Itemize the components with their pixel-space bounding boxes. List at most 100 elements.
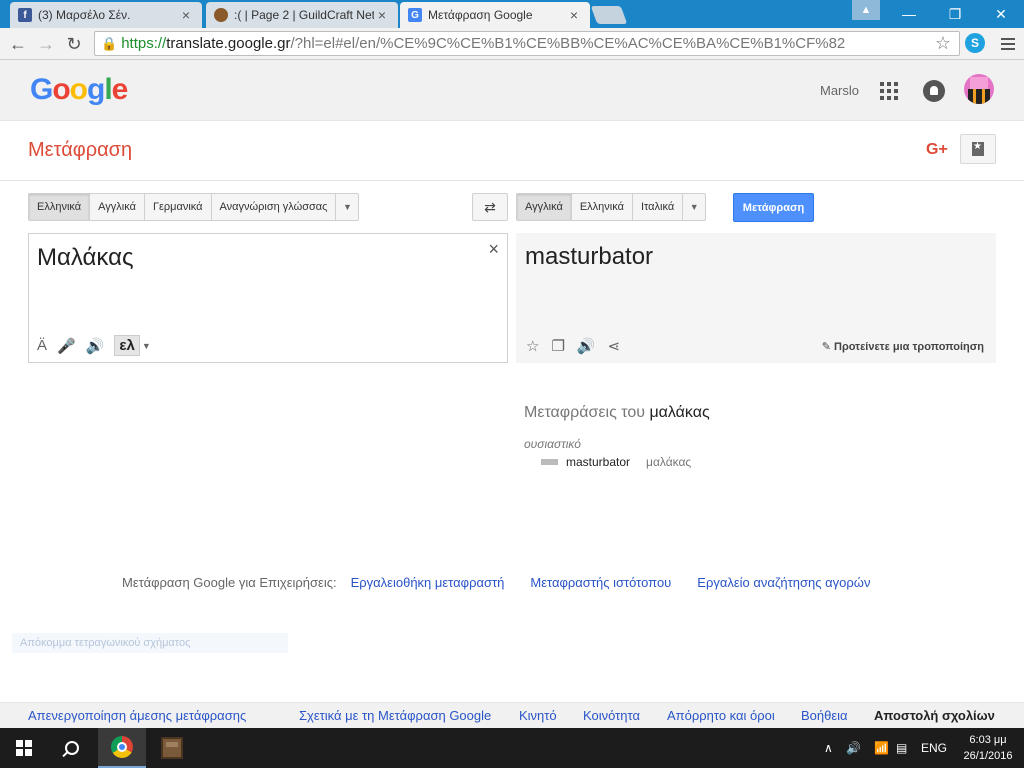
google-plus-share-icon[interactable]: G+: [926, 141, 948, 159]
google-logo[interactable]: Google: [30, 73, 128, 107]
taskbar-chrome[interactable]: [98, 728, 146, 768]
translate-subheader: Μετάφραση G+: [0, 121, 1024, 181]
target-lang-dropdown-icon[interactable]: ▼: [683, 194, 705, 220]
dictionary-entry: masturbator μαλάκας: [541, 455, 691, 469]
accent-keyboard-icon[interactable]: Ä: [37, 337, 47, 354]
target-lang-english[interactable]: Αγγλικά: [517, 194, 572, 220]
new-tab-button[interactable]: [590, 6, 628, 24]
listen-speaker-icon[interactable]: 🔊: [86, 337, 105, 355]
tab-close-icon[interactable]: ×: [178, 7, 194, 23]
target-lang-greek[interactable]: Ελληνικά: [572, 194, 633, 220]
maximize-button[interactable]: ❐: [932, 0, 978, 28]
windows-taskbar: ∧ 🔊 📶 ▤ ENG 6:03 μμ 26/1/2016: [0, 728, 1024, 768]
close-window-button[interactable]: ✕: [978, 0, 1024, 28]
source-lang-detect[interactable]: Αναγνώριση γλώσσας: [212, 194, 337, 220]
listen-speaker-icon[interactable]: 🔊: [577, 337, 596, 355]
entry-reverse[interactable]: μαλάκας: [646, 455, 691, 469]
url-path: /?hl=el#el/en/%CE%9C%CE%B1%CE%BB%CE%AC%C…: [290, 35, 846, 52]
target-lang-italian[interactable]: Ιταλικά: [633, 194, 684, 220]
mobile-link[interactable]: Κινητό: [519, 708, 557, 723]
guildcraft-icon: [214, 8, 228, 22]
windows-logo-icon: [16, 740, 32, 756]
google-header: Google Marslo: [0, 60, 1024, 121]
search-button[interactable]: [48, 728, 96, 768]
translator-toolkit-link[interactable]: Εργαλειοθήκη μεταφραστή: [351, 575, 505, 590]
help-link[interactable]: Βοήθεια: [801, 708, 848, 723]
entry-word[interactable]: masturbator: [566, 455, 630, 469]
star-translation-icon[interactable]: ☆: [526, 337, 539, 355]
part-of-speech: ουσιαστικό: [524, 437, 581, 451]
url-host: translate.google.gr: [166, 35, 291, 52]
volume-icon[interactable]: 🔊: [846, 728, 861, 768]
translation-text[interactable]: masturbator: [525, 243, 653, 271]
tab-close-icon[interactable]: ×: [374, 7, 390, 23]
source-text[interactable]: Μαλάκας: [37, 244, 134, 272]
microphone-icon[interactable]: 🎤: [57, 337, 76, 355]
bookmark-star-icon[interactable]: ☆: [935, 33, 951, 54]
avatar[interactable]: [964, 74, 994, 104]
target-language-bar: Αγγλικά Ελληνικά Ιταλικά ▼: [516, 193, 707, 221]
input-language[interactable]: ENG: [921, 728, 947, 768]
dictionary-heading: Μεταφράσεις του μαλάκας: [524, 404, 710, 421]
chrome-menu-icon[interactable]: [998, 32, 1018, 56]
source-lang-german[interactable]: Γερμανικά: [145, 194, 212, 220]
google-translate-icon: G: [408, 8, 422, 22]
community-link[interactable]: Κοινότητα: [583, 708, 640, 723]
account-name[interactable]: Marslo: [820, 83, 859, 98]
tab-title: Μετάφραση Google: [428, 8, 533, 22]
tab-google-translate[interactable]: G Μετάφραση Google ×: [400, 2, 590, 28]
clock[interactable]: 6:03 μμ 26/1/2016: [960, 732, 1016, 764]
footer: Απενεργοποίηση άμεσης μετάφρασης Σχετικά…: [0, 702, 1024, 728]
swap-languages-button[interactable]: ⇄: [472, 193, 508, 221]
privacy-terms-link[interactable]: Απόρρητο και όροι: [667, 708, 775, 723]
notifications-bell-icon[interactable]: [923, 80, 945, 102]
minimize-button[interactable]: —: [886, 0, 932, 28]
tray-chevron-icon[interactable]: ∧: [824, 728, 833, 768]
translation-result-area: masturbator ☆ ❐ 🔊 ⋖ ✎ Προτείνετε μια τρο…: [516, 233, 996, 363]
page-title[interactable]: Μετάφραση: [28, 139, 132, 162]
suggest-edit-link[interactable]: ✎ Προτείνετε μια τροποποίηση: [822, 340, 984, 353]
result-toolbar: ☆ ❐ 🔊 ⋖: [526, 337, 620, 355]
profile-icon[interactable]: ▲: [852, 0, 880, 20]
action-center-icon[interactable]: ▤: [896, 728, 907, 768]
phrasebook-icon: [972, 141, 984, 156]
global-market-finder-link[interactable]: Εργαλείο αναζήτησης αγορών: [697, 575, 870, 590]
start-button[interactable]: [0, 728, 48, 768]
frequency-bar: [541, 459, 558, 465]
source-language-bar: Ελληνικά Αγγλικά Γερμανικά Αναγνώριση γλ…: [28, 193, 360, 221]
address-bar[interactable]: 🔒 https:// translate.google.gr /?hl=el#e…: [94, 31, 960, 56]
translate-button[interactable]: Μετάφραση: [733, 193, 814, 222]
clear-source-icon[interactable]: ×: [488, 239, 499, 260]
business-label: Μετάφραση Google για Επιχειρήσεις:: [122, 575, 337, 590]
send-feedback-link[interactable]: Αποστολή σχολίων: [874, 708, 995, 723]
input-tool-button[interactable]: ελ: [114, 335, 140, 356]
chrome-icon: [111, 736, 133, 758]
network-icon[interactable]: 📶: [874, 728, 889, 768]
source-toolbar: Ä 🎤 🔊 ελ ▼: [37, 335, 151, 356]
source-lang-greek[interactable]: Ελληνικά: [29, 194, 91, 220]
share-icon[interactable]: ⋖: [608, 337, 621, 355]
tab-guildcraft[interactable]: :( | Page 2 | GuildCraft Net ×: [206, 2, 398, 28]
about-link[interactable]: Σχετικά με τη Μετάφραση Google: [299, 708, 491, 723]
browser-toolbar: ← → ↻ 🔒 https:// translate.google.gr /?h…: [0, 28, 1024, 60]
apps-grid-icon[interactable]: [880, 82, 898, 100]
disable-instant-link[interactable]: Απενεργοποίηση άμεσης μετάφρασης: [28, 708, 246, 723]
taskbar-minecraft[interactable]: [148, 728, 196, 768]
phrasebook-button[interactable]: [960, 134, 996, 164]
forward-arrow-icon[interactable]: →: [34, 32, 58, 56]
copy-icon[interactable]: ❐: [551, 337, 564, 355]
skype-extension-icon[interactable]: S: [965, 33, 985, 53]
tab-close-icon[interactable]: ×: [566, 7, 582, 23]
tab-facebook[interactable]: f (3) Μαρσέλο Σέν. ×: [10, 2, 202, 28]
business-links: Μετάφραση Google για Επιχειρήσεις: Εργαλ…: [122, 575, 870, 590]
input-tool-dropdown-icon[interactable]: ▼: [142, 341, 151, 351]
website-translator-link[interactable]: Μεταφραστής ιστότοπου: [530, 575, 671, 590]
tab-title: :( | Page 2 | GuildCraft Net: [234, 8, 374, 22]
source-lang-english[interactable]: Αγγλικά: [90, 194, 145, 220]
search-icon: [65, 741, 79, 755]
source-lang-dropdown-icon[interactable]: ▼: [336, 194, 358, 220]
reload-icon[interactable]: ↻: [62, 32, 86, 56]
back-arrow-icon[interactable]: ←: [6, 32, 30, 56]
source-text-area[interactable]: Μαλάκας × Ä 🎤 🔊 ελ ▼: [28, 233, 508, 363]
tab-title: (3) Μαρσέλο Σέν.: [38, 8, 131, 22]
